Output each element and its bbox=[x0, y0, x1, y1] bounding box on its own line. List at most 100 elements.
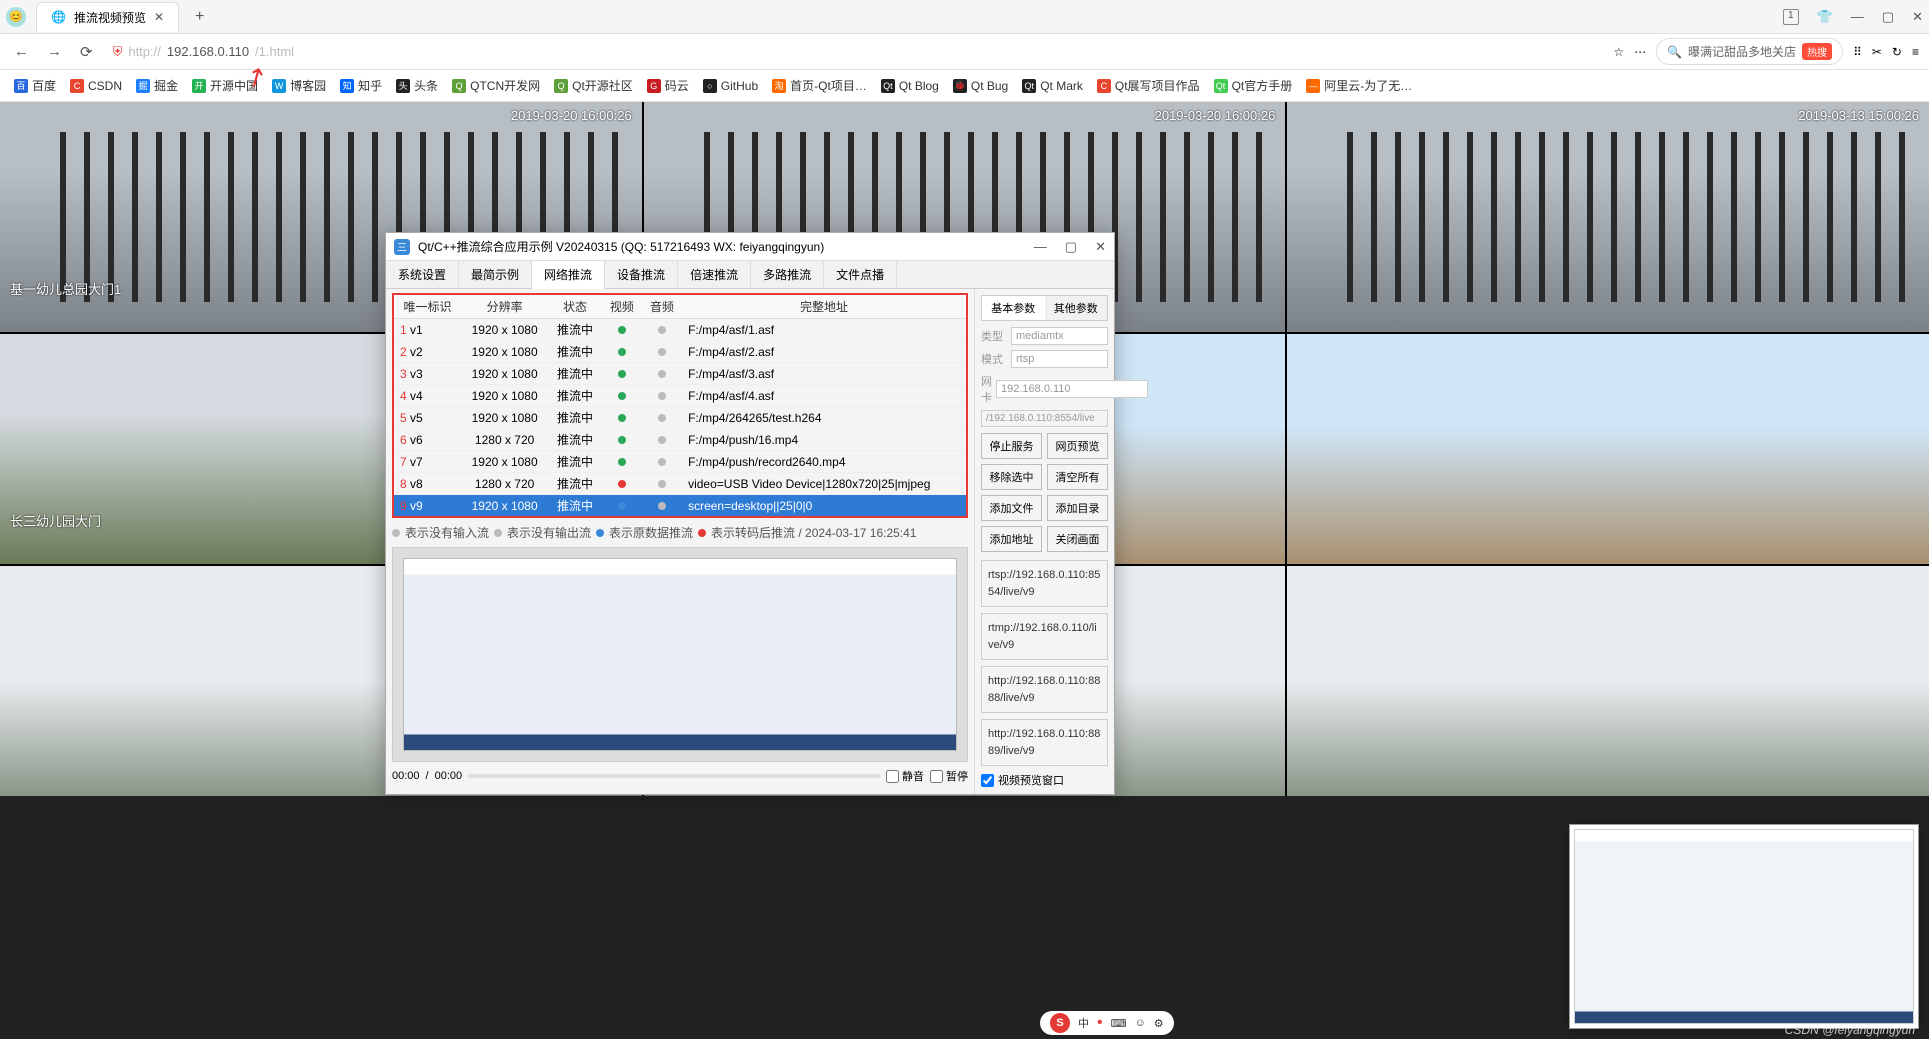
bookmark-icon: 🐞 bbox=[953, 79, 967, 93]
app-minimize-icon[interactable]: — bbox=[1034, 239, 1047, 255]
thumbnail-window[interactable] bbox=[1569, 824, 1919, 1029]
net-input[interactable] bbox=[996, 380, 1148, 398]
app-tab[interactable]: 多路推流 bbox=[751, 261, 824, 288]
hot-badge: 热搜 bbox=[1802, 43, 1832, 60]
seek-slider[interactable] bbox=[468, 774, 880, 778]
new-tab-button[interactable]: + bbox=[187, 4, 212, 30]
maximize-icon[interactable]: ▢ bbox=[1882, 9, 1894, 25]
param-tab[interactable]: 基本参数 bbox=[982, 296, 1045, 320]
minimize-icon[interactable]: — bbox=[1851, 9, 1864, 25]
timestamp: 2019-03-13 15:00:26 bbox=[1798, 108, 1919, 123]
app-close-icon[interactable]: ✕ bbox=[1095, 239, 1106, 255]
bookmark-item[interactable]: 🐞Qt Bug bbox=[953, 79, 1008, 93]
bookmark-item[interactable]: W博客园 bbox=[272, 77, 326, 94]
camera-tile[interactable] bbox=[1287, 334, 1929, 564]
keyboard-icon[interactable]: ⌨ bbox=[1111, 1017, 1127, 1030]
app-tab[interactable]: 倍速推流 bbox=[678, 261, 751, 288]
app-maximize-icon[interactable]: ▢ bbox=[1065, 239, 1077, 255]
emoji-icon[interactable]: ☺ bbox=[1135, 1017, 1146, 1029]
action-button[interactable]: 网页预览 bbox=[1047, 433, 1108, 459]
action-button[interactable]: 停止服务 bbox=[981, 433, 1042, 459]
forward-icon[interactable]: → bbox=[43, 41, 66, 62]
bookmark-item[interactable]: CCSDN bbox=[70, 79, 122, 93]
bookmark-item[interactable]: QtQt官方手册 bbox=[1214, 77, 1293, 94]
globe-icon: 🌐 bbox=[51, 10, 66, 24]
bookmark-item[interactable]: CQt展写项目作品 bbox=[1097, 77, 1200, 94]
bookmark-item[interactable]: G码云 bbox=[647, 77, 689, 94]
browser-tab[interactable]: 🌐 推流视频预览 ✕ bbox=[36, 2, 179, 32]
url-path: /1.html bbox=[255, 44, 294, 59]
action-button[interactable]: 清空所有 bbox=[1047, 464, 1108, 490]
table-row[interactable]: 1 v11920 x 1080推流中F:/mp4/asf/1.asf bbox=[393, 319, 967, 341]
app-tab[interactable]: 网络推流 bbox=[532, 261, 605, 289]
bookmark-icon: C bbox=[1097, 79, 1111, 93]
close-window-icon[interactable]: ✕ bbox=[1912, 9, 1923, 25]
bookmark-item[interactable]: QtQt Blog bbox=[881, 79, 939, 93]
mode-select[interactable]: rtsp bbox=[1011, 350, 1108, 368]
bookmark-item[interactable]: 开开源中国 bbox=[192, 77, 258, 94]
table-row[interactable]: 9 v91920 x 1080推流中screen=desktop||25|0|0 bbox=[393, 495, 967, 518]
bookmark-item[interactable]: 知知乎 bbox=[340, 77, 382, 94]
app-tab[interactable]: 设备推流 bbox=[605, 261, 678, 288]
action-button[interactable]: 添加文件 bbox=[981, 495, 1042, 521]
bookmark-item[interactable]: QtQt Mark bbox=[1022, 79, 1083, 93]
bookmark-item[interactable]: QQt开源社区 bbox=[554, 77, 633, 94]
bookmark-item[interactable]: ○GitHub bbox=[703, 79, 758, 93]
mute-checkbox[interactable]: 静音 bbox=[886, 768, 924, 784]
bookmark-icon: C bbox=[70, 79, 84, 93]
table-row[interactable]: 6 v61280 x 720推流中F:/mp4/push/16.mp4 bbox=[393, 429, 967, 451]
camera-tile[interactable]: 2019-03-13 15:00:26 bbox=[1287, 102, 1929, 332]
bookmark-item[interactable]: 掘掘金 bbox=[136, 77, 178, 94]
table-row[interactable]: 7 v71920 x 1080推流中F:/mp4/push/record2640… bbox=[393, 451, 967, 473]
back-icon[interactable]: ← bbox=[10, 41, 33, 62]
cut-icon[interactable]: ✂ bbox=[1872, 45, 1882, 59]
table-row[interactable]: 5 v51920 x 1080推流中F:/mp4/264265/test.h26… bbox=[393, 407, 967, 429]
app-tab[interactable]: 系统设置 bbox=[386, 261, 459, 288]
bookmark-item[interactable]: QQTCN开发网 bbox=[452, 77, 540, 94]
url-box[interactable]: rtmp://192.168.0.110/live/v9 bbox=[981, 613, 1108, 660]
streams-table: 唯一标识分辨率状态视频音频完整地址 1 v11920 x 1080推流中F:/m… bbox=[392, 293, 968, 518]
ime-bar[interactable]: S 中 • ⌨ ☺ ⚙ bbox=[1040, 1011, 1174, 1035]
search-box[interactable]: 🔍 曝满记甜品多地关店 热搜 bbox=[1656, 38, 1843, 65]
table-row[interactable]: 8 v81280 x 720推流中video=USB Video Device|… bbox=[393, 473, 967, 495]
url-box[interactable]: http://192.168.0.110:8888/live/v9 bbox=[981, 666, 1108, 713]
search-hint: 曝满记甜品多地关店 bbox=[1688, 43, 1796, 60]
star-icon[interactable]: ☆ bbox=[1613, 45, 1624, 59]
bookmark-item[interactable]: 淘首页-Qt项目… bbox=[772, 77, 867, 94]
action-button[interactable]: 关闭画面 bbox=[1047, 526, 1108, 552]
bookmark-icon: W bbox=[272, 79, 286, 93]
app-tab[interactable]: 最简示例 bbox=[459, 261, 532, 288]
camera-tile[interactable] bbox=[1287, 566, 1929, 796]
address-bar[interactable]: ⛨ http://192.168.0.110/1.html bbox=[107, 40, 1057, 64]
camera-label: 长三幼儿园大门 bbox=[10, 511, 101, 530]
play-cur: 00:00 bbox=[392, 770, 420, 782]
preview-window-checkbox[interactable]: 视频预览窗口 bbox=[981, 772, 1108, 788]
history-icon[interactable]: ↻ bbox=[1892, 45, 1902, 59]
apps-icon[interactable]: ⠿ bbox=[1853, 45, 1862, 59]
more-icon[interactable]: ⋯ bbox=[1634, 45, 1646, 59]
gear-icon[interactable]: ⚙ bbox=[1154, 1017, 1164, 1030]
reload-icon[interactable]: ⟳ bbox=[76, 41, 97, 63]
bookmark-item[interactable]: 头头条 bbox=[396, 77, 438, 94]
close-icon[interactable]: ✕ bbox=[154, 10, 164, 24]
action-button[interactable]: 移除选中 bbox=[981, 464, 1042, 490]
menu-icon[interactable]: ≡ bbox=[1912, 45, 1919, 59]
type-select[interactable]: mediamtx bbox=[1011, 327, 1108, 345]
preview-area bbox=[392, 547, 968, 762]
param-tab[interactable]: 其他参数 bbox=[1045, 296, 1108, 320]
timestamp: 2019-03-20 16:00:26 bbox=[511, 108, 632, 123]
app-tab[interactable]: 文件点播 bbox=[824, 261, 897, 288]
url-box[interactable]: http://192.168.0.110:8889/live/v9 bbox=[981, 719, 1108, 766]
table-row[interactable]: 4 v41920 x 1080推流中F:/mp4/asf/4.asf bbox=[393, 385, 967, 407]
url-prefix: http:// bbox=[128, 44, 161, 59]
bookmark-item[interactable]: —阿里云-为了无… bbox=[1306, 77, 1412, 94]
action-button[interactable]: 添加目录 bbox=[1047, 495, 1108, 521]
pause-checkbox[interactable]: 暂停 bbox=[930, 768, 968, 784]
bookmark-item[interactable]: 百百度 bbox=[14, 77, 56, 94]
extension-icon[interactable]: 👕 bbox=[1817, 9, 1833, 25]
table-row[interactable]: 3 v31920 x 1080推流中F:/mp4/asf/3.asf bbox=[393, 363, 967, 385]
table-row[interactable]: 2 v21920 x 1080推流中F:/mp4/asf/2.asf bbox=[393, 341, 967, 363]
winbadge[interactable]: 1 bbox=[1783, 9, 1799, 25]
action-button[interactable]: 添加地址 bbox=[981, 526, 1042, 552]
url-box[interactable]: rtsp://192.168.0.110:8554/live/v9 bbox=[981, 560, 1108, 607]
